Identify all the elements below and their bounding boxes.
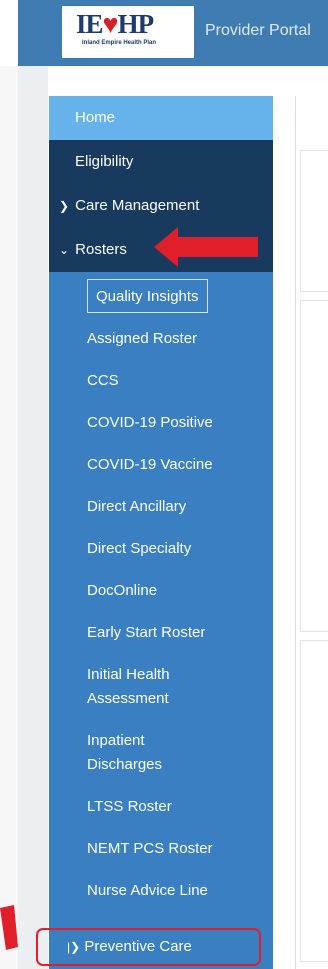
roster-item-inpatient-discharges[interactable]: Inpatient Discharges [87, 721, 187, 787]
roster-item-covid-vaccine[interactable]: COVID-19 Vaccine [87, 445, 273, 487]
logo-tagline: Inland Empire Health Plan [82, 40, 157, 46]
iehp-logo[interactable]: IE♥HP Inland Empire Health Plan [62, 6, 194, 58]
page-background [18, 66, 48, 969]
roster-item-assigned-roster[interactable]: Assigned Roster [87, 319, 273, 361]
roster-item-early-start-roster[interactable]: Early Start Roster [87, 613, 273, 655]
rosters-submenu: Quality Insights Assigned Roster CCS COV… [87, 269, 273, 913]
sidebar-item-label: Care Management [75, 197, 200, 214]
roster-item-direct-ancillary[interactable]: Direct Ancillary [87, 487, 273, 529]
content-card [300, 640, 328, 962]
red-arrow-annotation [154, 227, 258, 267]
app-header: IE♥HP Inland Empire Health Plan Provider… [18, 0, 328, 66]
page-margin [0, 66, 18, 969]
logo-wordmark: IE♥HP [76, 9, 154, 39]
roster-item-covid-positive[interactable]: COVID-19 Positive [87, 403, 273, 445]
content-card [300, 150, 328, 292]
roster-item-ltss-roster[interactable]: LTSS Roster [87, 787, 273, 829]
sidebar-item-care-management[interactable]: ❯ Care Management [49, 184, 273, 228]
content-card [300, 300, 328, 632]
heart-icon: ♥ [102, 9, 119, 39]
roster-item-nemt-pcs-roster[interactable]: NEMT PCS Roster [87, 829, 273, 871]
roster-item-doconline[interactable]: DocOnline [87, 571, 273, 613]
highlight-outline-annotation [36, 928, 261, 966]
roster-item-ccs[interactable]: CCS [87, 361, 273, 403]
sidebar-item-label: Rosters [75, 241, 127, 258]
sidebar-item-eligibility[interactable]: Eligibility [49, 140, 273, 184]
roster-item-initial-health-assessment[interactable]: Initial Health Assessment [87, 655, 207, 721]
chevron-right-icon: ❯ [59, 199, 70, 213]
roster-item-direct-specialty[interactable]: Direct Specialty [87, 529, 273, 571]
portal-title: Provider Portal [205, 22, 311, 39]
red-arrow-annotation [0, 905, 18, 950]
roster-item-nurse-advice-line[interactable]: Nurse Advice Line [87, 871, 273, 913]
chevron-down-icon: ⌄ [59, 243, 70, 257]
sidebar-item-home[interactable]: Home [49, 96, 273, 140]
quality-insights-button[interactable]: Quality Insights [87, 279, 208, 313]
